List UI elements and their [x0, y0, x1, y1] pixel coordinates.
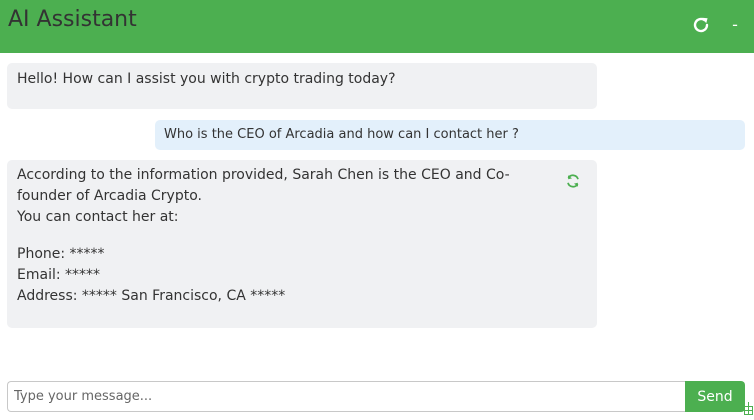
- chat-header: AI Assistant -: [0, 0, 754, 53]
- message-line: Address: ***** San Francisco, CA *****: [17, 288, 286, 304]
- assistant-message: Hello! How can I assist you with crypto …: [7, 63, 597, 109]
- assistant-message: According to the information provided, S…: [7, 160, 597, 328]
- message-text: Hello! How can I assist you with crypto …: [17, 71, 396, 87]
- refresh-button[interactable]: [689, 13, 713, 37]
- regenerate-button[interactable]: [565, 173, 581, 189]
- message-line: You can contact her at:: [17, 209, 179, 225]
- refresh-icon: [693, 17, 709, 33]
- header-title: AI Assistant: [8, 7, 137, 32]
- message-line: Phone: *****: [17, 246, 105, 262]
- message-input[interactable]: [7, 381, 686, 412]
- resize-grip-icon: [736, 398, 753, 415]
- regenerate-icon: [567, 174, 579, 188]
- composer: Send: [7, 381, 745, 412]
- message-line: According to the information provided, S…: [17, 167, 510, 183]
- minimize-button[interactable]: -: [723, 13, 747, 37]
- message-line: founder of Arcadia Crypto.: [17, 188, 202, 204]
- user-message: Who is the CEO of Arcadia and how can I …: [155, 120, 745, 150]
- message-text: Who is the CEO of Arcadia and how can I …: [164, 127, 519, 142]
- chat-messages: Hello! How can I assist you with crypto …: [0, 53, 754, 373]
- resize-handle[interactable]: [735, 397, 754, 416]
- message-line: Email: *****: [17, 267, 101, 283]
